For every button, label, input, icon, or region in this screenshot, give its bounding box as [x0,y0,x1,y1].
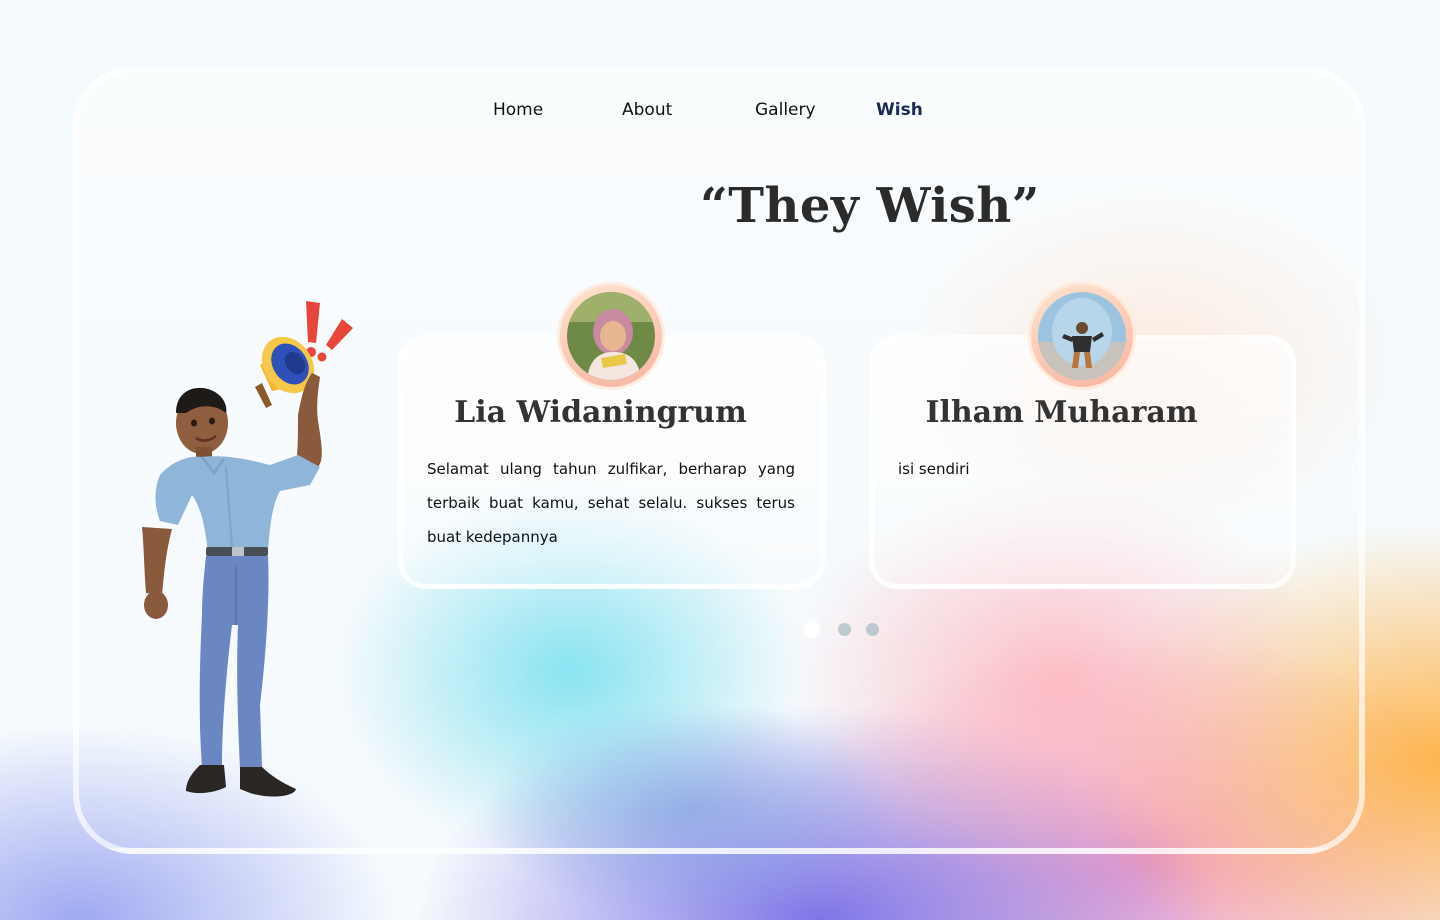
avatar-ilham [1031,285,1133,387]
avatar-lia [560,285,662,387]
avatar-photo [1038,292,1126,380]
page-title: “They Wish” [700,178,1040,234]
wish-message: isi sendiri [898,460,970,478]
carousel-dot-3[interactable] [866,623,879,636]
exclamation-icon [306,301,353,362]
nav-about-link[interactable]: About [622,100,672,120]
avatar-photo [567,292,655,380]
nav-wish-link[interactable]: Wish [876,100,923,120]
carousel-dot-2[interactable] [838,623,851,636]
wisher-name: Lia Widaningrum [454,395,747,430]
wisher-name: Ilham Muharam [925,395,1198,430]
carousel-dot-1-active[interactable] [803,621,820,638]
nav-home-link[interactable]: Home [493,100,543,120]
wish-message: Selamat ulang tahun zulfikar, berharap y… [427,460,795,546]
person-photo-icon [567,292,655,380]
nav-gallery-link[interactable]: Gallery [755,100,816,120]
megaphone-man-illustration [142,301,353,797]
top-navigation: Home About Gallery Wish [0,100,1440,124]
person-photo-icon [1038,292,1126,380]
